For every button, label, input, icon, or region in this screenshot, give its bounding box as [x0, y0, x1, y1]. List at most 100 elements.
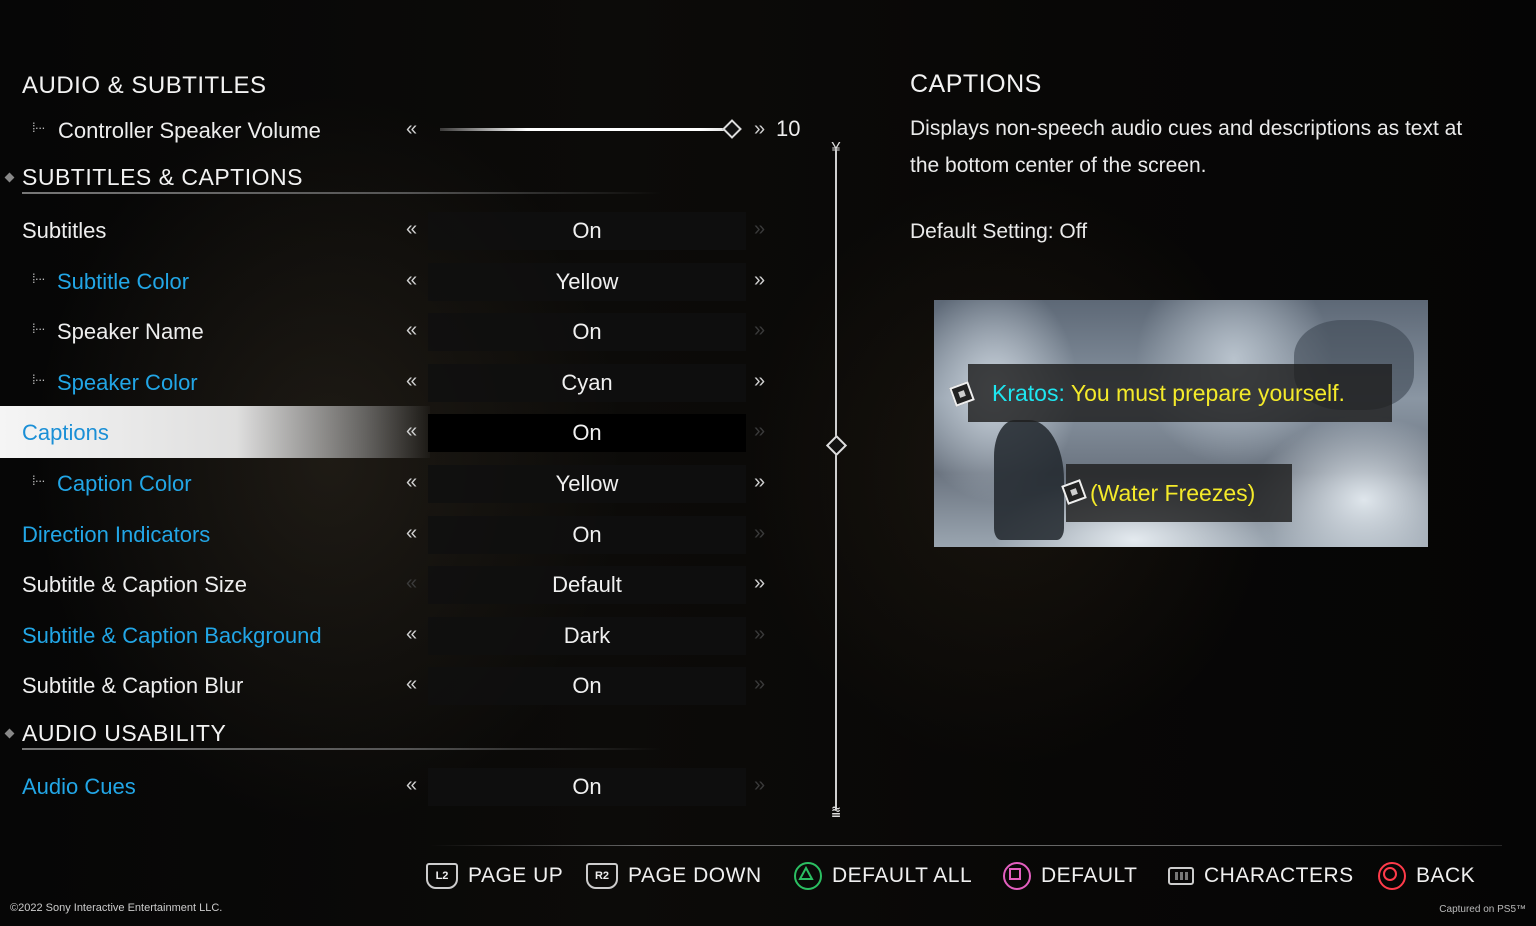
setting-row-audio-cues[interactable]: Audio Cues « On »: [0, 764, 830, 810]
double-chevron-left-icon[interactable]: «: [406, 420, 417, 443]
double-chevron-left-icon[interactable]: «: [406, 774, 417, 797]
tree-branch-icon: ⁞···: [32, 371, 46, 387]
setting-value[interactable]: On: [428, 768, 746, 806]
double-chevron-right-icon[interactable]: »: [754, 370, 765, 393]
volume-slider-track[interactable]: [440, 128, 730, 131]
button-label: CHARACTERS: [1204, 864, 1354, 887]
setting-value[interactable]: On: [428, 212, 746, 250]
tree-branch-icon: ⁞···: [32, 473, 46, 488]
setting-row-caption-color[interactable]: ⁞··· Caption Color « Yellow »: [0, 461, 830, 507]
double-chevron-left-icon[interactable]: «: [406, 218, 417, 241]
preview-subtitle-line: You must prepare yourself.: [1070, 380, 1345, 406]
setting-label: Subtitle Color: [57, 268, 190, 294]
setting-row-controller-speaker-volume[interactable]: ⁞··· Controller Speaker Volume « » 10: [0, 108, 830, 154]
caption-preview-box: (Water Freezes): [1066, 464, 1292, 522]
setting-row-subtitle-caption-size[interactable]: Subtitle & Caption Size « Default »: [0, 562, 830, 608]
setting-label: Caption Color: [57, 471, 192, 496]
setting-value[interactable]: Dark: [428, 616, 746, 655]
button-bar-divider: [430, 845, 1502, 846]
square-button-icon: [1003, 862, 1031, 890]
setting-row-subtitles[interactable]: Subtitles « On »: [0, 208, 830, 254]
setting-label: Controller Speaker Volume: [58, 118, 321, 143]
setting-row-speaker-color[interactable]: ⁞··· Speaker Color « Cyan »: [0, 360, 830, 406]
setting-value[interactable]: Yellow: [428, 262, 746, 301]
double-chevron-left-icon[interactable]: «: [406, 370, 417, 393]
setting-label: Direction Indicators: [22, 521, 211, 547]
copyright-text: ©2022 Sony Interactive Entertainment LLC…: [10, 902, 223, 914]
description-title: CAPTIONS: [910, 70, 1042, 98]
setting-label: Speaker Color: [57, 369, 198, 395]
scrollbar-track[interactable]: [835, 150, 837, 810]
page-up-button[interactable]: L2 PAGE UP: [426, 858, 563, 894]
setting-value[interactable]: On: [428, 414, 746, 453]
double-chevron-right-icon[interactable]: »: [754, 522, 765, 545]
double-chevron-left-icon[interactable]: «: [406, 522, 417, 545]
double-chevron-right-icon[interactable]: »: [754, 118, 765, 141]
setting-row-speaker-name[interactable]: ⁞··· Speaker Name « On »: [0, 309, 830, 355]
triangle-button-icon: [794, 862, 822, 890]
setting-row-subtitle-caption-blur[interactable]: Subtitle & Caption Blur « On »: [0, 663, 830, 709]
tree-branch-icon: ⁞···: [32, 120, 46, 135]
default-button[interactable]: DEFAULT: [1003, 858, 1137, 894]
default-setting-text: Default Setting: Off: [910, 220, 1088, 243]
keyboard-icon: [1168, 867, 1194, 885]
button-label: PAGE DOWN: [628, 864, 762, 887]
setting-row-subtitle-caption-background[interactable]: Subtitle & Caption Background « Dark »: [0, 613, 830, 659]
section-title-audio-subtitles: AUDIO & SUBTITLES: [22, 72, 267, 99]
double-chevron-left-icon[interactable]: «: [406, 269, 417, 292]
setting-value[interactable]: Cyan: [428, 363, 746, 402]
r2-trigger-icon: R2: [586, 863, 618, 889]
page-down-button[interactable]: R2 PAGE DOWN: [586, 858, 762, 894]
setting-value[interactable]: Yellow: [428, 465, 746, 503]
setting-label: Captions: [22, 420, 109, 446]
section-title-subtitles-captions: SUBTITLES & CAPTIONS: [22, 164, 303, 190]
double-chevron-left-icon[interactable]: «: [406, 319, 417, 342]
setting-label: Audio Cues: [22, 774, 136, 799]
setting-value[interactable]: On: [428, 667, 746, 706]
double-chevron-left-icon[interactable]: «: [406, 623, 417, 646]
preview-caption-line: (Water Freezes): [1090, 480, 1256, 506]
l2-trigger-icon: L2: [426, 863, 458, 889]
double-chevron-right-icon[interactable]: »: [754, 420, 765, 443]
caption-preview-image: Kratos: You must prepare yourself. (Wate…: [934, 300, 1428, 547]
setting-label: Subtitle & Caption Size: [22, 572, 248, 598]
setting-label: Subtitle & Caption Background: [22, 622, 322, 648]
setting-label: Speaker Name: [57, 319, 204, 345]
button-label: DEFAULT ALL: [832, 864, 973, 887]
setting-value[interactable]: On: [428, 313, 746, 352]
preview-speaker-name: Kratos:: [992, 380, 1065, 406]
setting-row-direction-indicators[interactable]: Direction Indicators « On »: [0, 512, 830, 558]
setting-value[interactable]: Default: [428, 566, 746, 605]
double-chevron-right-icon[interactable]: »: [754, 774, 765, 797]
scroll-bottom-icon: ⩰: [831, 804, 841, 821]
double-chevron-right-icon[interactable]: »: [754, 319, 765, 342]
button-label: PAGE UP: [468, 864, 564, 887]
section-divider: [22, 748, 662, 750]
volume-value: 10: [776, 116, 801, 141]
double-chevron-right-icon[interactable]: »: [754, 218, 765, 241]
subtitle-preview-box: Kratos: You must prepare yourself.: [968, 364, 1392, 422]
double-chevron-right-icon[interactable]: »: [754, 623, 765, 646]
double-chevron-left-icon[interactable]: «: [406, 118, 417, 141]
button-label: BACK: [1416, 864, 1476, 887]
tree-branch-icon: ⁞···: [32, 321, 46, 337]
double-chevron-left-icon[interactable]: «: [406, 673, 417, 696]
characters-button[interactable]: CHARACTERS: [1168, 858, 1354, 894]
double-chevron-left-icon[interactable]: «: [406, 471, 417, 494]
double-chevron-right-icon[interactable]: »: [754, 269, 765, 292]
double-chevron-right-icon[interactable]: »: [754, 572, 765, 595]
capture-watermark: Captured on PS5™: [1439, 904, 1526, 915]
setting-value[interactable]: On: [428, 515, 746, 554]
double-chevron-right-icon[interactable]: »: [754, 471, 765, 494]
default-all-button[interactable]: DEFAULT ALL: [794, 858, 972, 894]
double-chevron-right-icon[interactable]: »: [754, 673, 765, 696]
circle-button-icon: [1378, 862, 1406, 890]
setting-row-subtitle-color[interactable]: ⁞··· Subtitle Color « Yellow »: [0, 259, 830, 305]
description-text: Displays non-speech audio cues and descr…: [910, 117, 1463, 177]
back-button[interactable]: BACK: [1378, 858, 1475, 894]
double-chevron-left-icon[interactable]: «: [406, 572, 417, 595]
section-divider: [22, 192, 662, 194]
setting-label: Subtitles: [22, 218, 107, 243]
preview-rock: [994, 420, 1064, 540]
setting-row-captions[interactable]: Captions « On »: [0, 406, 830, 459]
